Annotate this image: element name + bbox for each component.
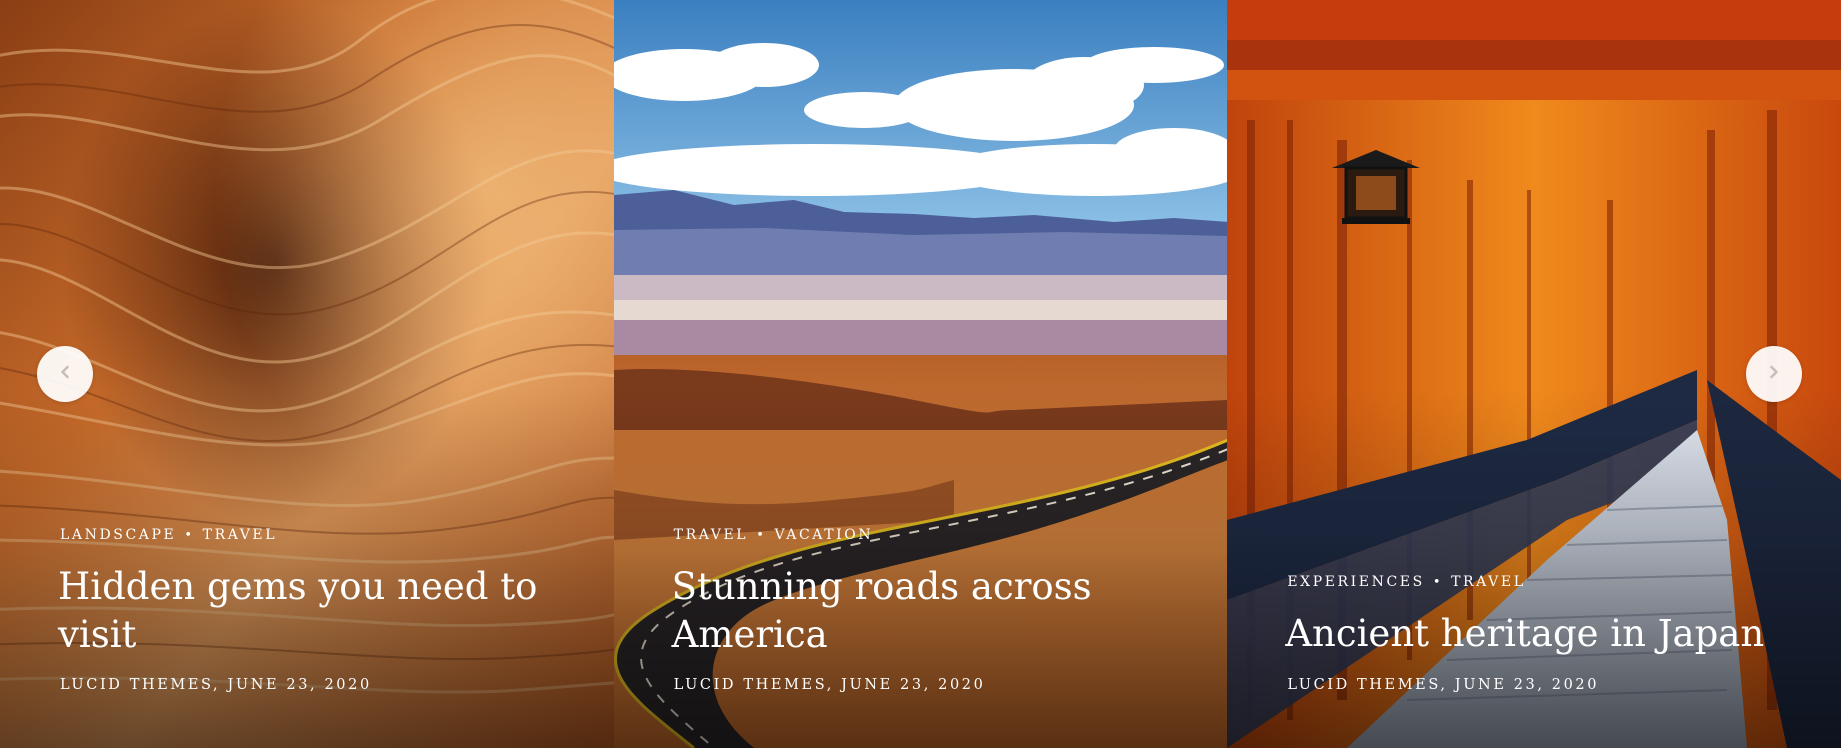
page-bottom-strip — [0, 748, 1841, 753]
slide-card-2[interactable]: TRAVEL • VACATION Stunning roads across Am… — [613, 0, 1228, 748]
category-separator: • — [184, 528, 195, 543]
slide-meta: LUCID THEMES, JUNE 23, 2020 — [1287, 677, 1600, 693]
slide-categories: LANDSCAPE • TRAVEL — [60, 527, 277, 543]
post-slider: LANDSCAPE • TRAVEL Hidden gems you need to… — [0, 0, 1841, 748]
chevron-right-icon — [1766, 364, 1782, 384]
slide-gradient-overlay — [1227, 388, 1841, 748]
slider-next-button[interactable] — [1746, 346, 1802, 402]
slide-meta: LUCID THEMES, JUNE 23, 2020 — [673, 677, 986, 693]
category-link-vacation[interactable]: VACATION — [774, 527, 873, 543]
slider-prev-button[interactable] — [37, 346, 93, 402]
slide-title[interactable]: Stunning roads across America — [672, 563, 1188, 659]
category-separator: • — [1432, 575, 1444, 590]
category-link-experiences[interactable]: EXPERIENCES — [1287, 574, 1425, 590]
category-separator: • — [756, 528, 767, 543]
category-link-travel[interactable]: TRAVEL — [674, 527, 749, 543]
slide-title[interactable]: Hidden gems you need to visit — [58, 563, 574, 659]
category-link-travel[interactable]: TRAVEL — [203, 527, 278, 543]
slide-title[interactable]: Ancient heritage in Japan — [1285, 610, 1801, 658]
slide-meta: LUCID THEMES, JUNE 23, 2020 — [60, 677, 372, 693]
chevron-left-icon — [57, 364, 73, 384]
category-link-landscape[interactable]: LANDSCAPE — [60, 527, 176, 543]
slide-categories: EXPERIENCES • TRAVEL — [1287, 574, 1525, 590]
slide-categories: TRAVEL • VACATION — [674, 527, 874, 543]
category-link-travel[interactable]: TRAVEL — [1451, 574, 1526, 590]
